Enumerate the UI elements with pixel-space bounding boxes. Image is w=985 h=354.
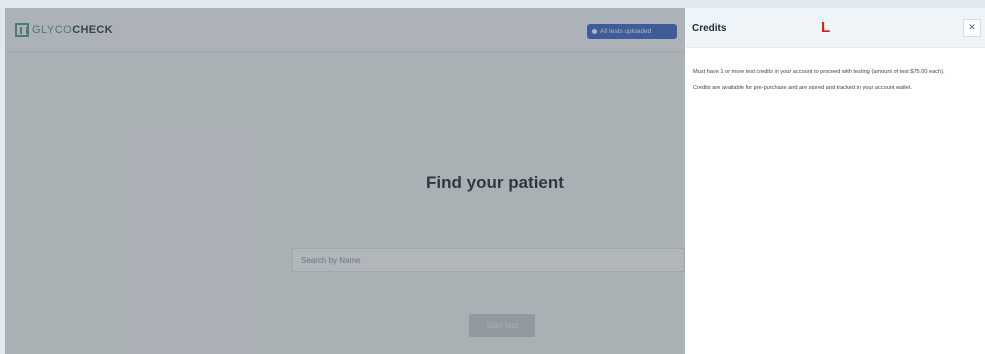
page-title: Find your patient: [426, 173, 564, 193]
logo-text-check: CHECK: [72, 24, 113, 36]
page-title-word-find: Find: [426, 173, 462, 192]
modal-backdrop[interactable]: [5, 8, 685, 354]
close-icon: ✕: [968, 23, 976, 33]
logo-text-glyco: GLYCO: [32, 24, 73, 36]
page-title-word-your: your: [466, 173, 504, 192]
credits-panel: Credits L ✕ Must have 1 or more test cre…: [685, 8, 985, 354]
status-dot-icon: [592, 29, 597, 34]
close-button[interactable]: ✕: [963, 19, 981, 37]
status-badge-label: All tests uploaded: [600, 28, 652, 35]
start-test-button[interactable]: Start test: [469, 314, 535, 337]
app-window: GLYCO CHECK All tests uploaded Find your…: [5, 8, 685, 354]
credits-panel-header: Credits L ✕: [685, 8, 985, 48]
credits-panel-title: Credits: [692, 23, 727, 34]
app-logo[interactable]: GLYCO CHECK: [15, 22, 113, 38]
logo-icon: [15, 23, 29, 37]
annotation-marker: L: [821, 19, 831, 36]
patient-search-input[interactable]: [292, 248, 685, 272]
page-title-word-patient: patient: [508, 173, 564, 192]
status-badge[interactable]: All tests uploaded: [587, 24, 677, 39]
credits-paragraph: Must have 1 or more test credits in your…: [693, 69, 945, 75]
credits-panel-body: Must have 1 or more test credits in your…: [693, 68, 979, 99]
app-header: GLYCO CHECK All tests uploaded: [5, 8, 685, 52]
credits-paragraph: Credits are available for pre-purchase a…: [693, 84, 912, 91]
